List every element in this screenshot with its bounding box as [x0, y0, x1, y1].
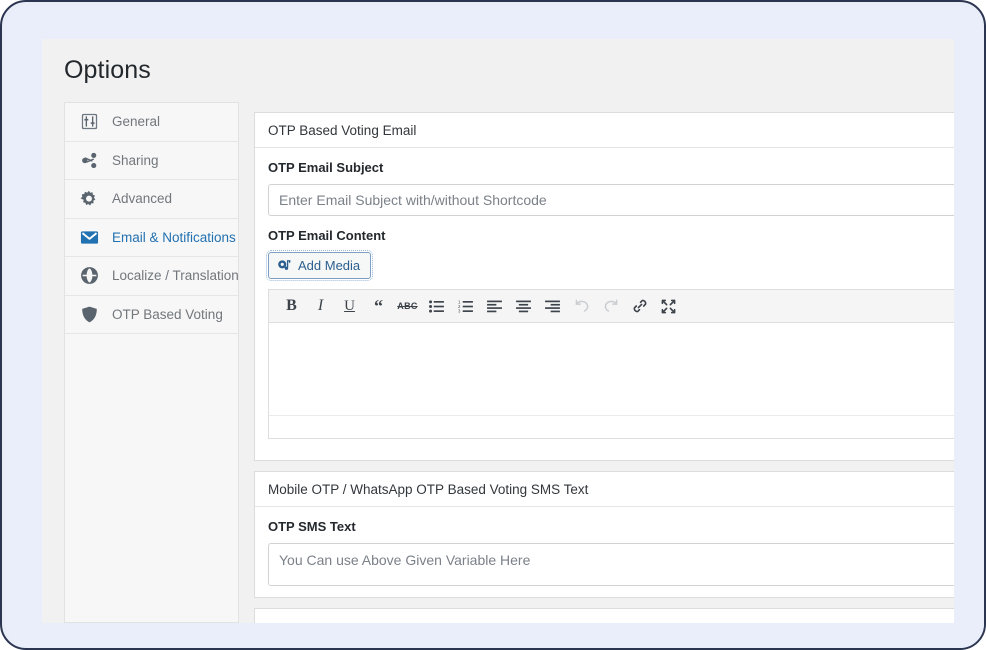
- share-icon: [79, 150, 99, 170]
- gear-icon: [79, 189, 99, 209]
- next-panel: [254, 608, 954, 623]
- otp-email-content-label: OTP Email Content: [268, 228, 386, 243]
- otp-sms-text-field: OTP SMS Text: [255, 507, 954, 586]
- media-icon: [277, 258, 292, 273]
- sidebar-item-general[interactable]: General: [65, 103, 238, 142]
- sidebar-item-label: Advanced: [112, 191, 173, 207]
- numbered-list-icon[interactable]: 1 2 3: [451, 293, 480, 319]
- otp-sms-text-label: OTP SMS Text: [268, 519, 356, 534]
- otp-sms-panel-header: Mobile OTP / WhatsApp OTP Based Voting S…: [255, 472, 954, 507]
- sidebar-item-label: Email & Notifications: [112, 229, 236, 245]
- fullscreen-icon[interactable]: [654, 293, 683, 319]
- options-body: General Sharing Advanced Email & Notific…: [42, 102, 954, 623]
- sidebar-item-label: Localize / Translation: [112, 268, 239, 284]
- sidebar-item-localize-translation[interactable]: Localize / Translation: [65, 257, 239, 296]
- otp-email-panel-title: OTP Based Voting Email: [268, 122, 417, 138]
- page-backdrop: Options General Sharing Advanced Email &…: [6, 6, 984, 648]
- editor-content-area[interactable]: [269, 323, 954, 416]
- blockquote-icon[interactable]: “: [364, 293, 393, 319]
- otp-email-subject-label: OTP Email Subject: [268, 160, 384, 175]
- sidebar-item-label: OTP Based Voting: [112, 306, 223, 322]
- svg-text:3: 3: [458, 308, 461, 312]
- browser-viewport: Options General Sharing Advanced Email &…: [0, 0, 986, 650]
- align-left-icon[interactable]: [480, 293, 509, 319]
- sidebar-item-email-notifications[interactable]: Email & Notifications: [65, 219, 238, 257]
- options-sidebar: General Sharing Advanced Email & Notific…: [64, 102, 239, 623]
- add-media-button[interactable]: Add Media: [265, 250, 374, 281]
- otp-sms-text-input[interactable]: [268, 543, 954, 586]
- sidebar-item-advanced[interactable]: Advanced: [65, 180, 238, 219]
- strikethrough-icon[interactable]: ABC: [393, 293, 422, 319]
- shield-icon: [79, 304, 99, 324]
- underline-icon[interactable]: U: [335, 293, 364, 319]
- italic-icon[interactable]: I: [306, 293, 335, 319]
- sliders-icon: [79, 112, 99, 132]
- sidebar-item-otp-based-voting[interactable]: OTP Based Voting: [65, 296, 238, 334]
- redo-icon[interactable]: [596, 293, 625, 319]
- otp-email-subject-input[interactable]: [268, 184, 954, 216]
- page-title: Options: [64, 56, 151, 84]
- sidebar-item-label: General: [112, 114, 161, 130]
- add-media-label: Add Media: [298, 258, 361, 273]
- options-page: Options General Sharing Advanced Email &…: [42, 39, 954, 623]
- page-header: Options: [42, 39, 954, 102]
- otp-email-subject-field: OTP Email Subject: [255, 148, 954, 216]
- link-icon[interactable]: [625, 293, 654, 319]
- otp-sms-panel-title: Mobile OTP / WhatsApp OTP Based Voting S…: [268, 481, 589, 497]
- editor-status-bar: [269, 416, 954, 438]
- undo-icon[interactable]: [567, 293, 596, 319]
- globe-icon: [79, 266, 99, 286]
- otp-email-panel: OTP Based Voting Email OTP Email Subject…: [254, 112, 954, 461]
- align-center-icon[interactable]: [509, 293, 538, 319]
- bold-icon[interactable]: B: [277, 293, 306, 319]
- otp-email-panel-header: OTP Based Voting Email: [255, 113, 954, 148]
- sidebar-item-sharing[interactable]: Sharing: [65, 142, 238, 180]
- otp-email-content-field: OTP Email Content Add Media: [255, 216, 954, 281]
- otp-sms-panel: Mobile OTP / WhatsApp OTP Based Voting S…: [254, 471, 954, 598]
- align-right-icon[interactable]: [538, 293, 567, 319]
- rich-text-editor: B I U “ ABC 1 2 3: [268, 289, 954, 439]
- envelope-icon: [79, 227, 99, 247]
- editor-toolbar: B I U “ ABC 1 2 3: [269, 290, 954, 323]
- sidebar-item-label: Sharing: [112, 152, 159, 168]
- options-content: OTP Based Voting Email OTP Email Subject…: [254, 102, 954, 623]
- bulleted-list-icon[interactable]: [422, 293, 451, 319]
